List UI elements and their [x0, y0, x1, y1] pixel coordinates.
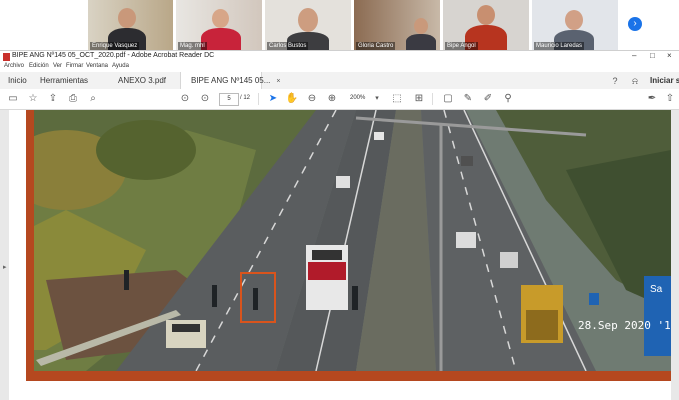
participant-name: Mauricio Laredas: [534, 42, 585, 50]
comment-icon[interactable]: ▢: [441, 92, 455, 106]
window-title: BIPE ANG Nº145 05_OCT_2020.pdf - Adobe A…: [12, 52, 215, 59]
video-strip: Enrique Vasquez Mag. mhl Carlos Bustos G…: [0, 0, 679, 50]
tab-bipe[interactable]: BIPE ANG Nº145 05... ×: [180, 72, 281, 89]
tab-herramientas[interactable]: Herramientas: [40, 72, 88, 89]
signin-button[interactable]: Iniciar s: [650, 72, 679, 89]
hand-tool-icon[interactable]: ✋: [285, 92, 299, 106]
upload-icon[interactable]: ⇪: [46, 92, 60, 106]
zoom-level[interactable]: 200%: [350, 93, 365, 104]
page-total: / 12: [240, 95, 251, 101]
print-icon[interactable]: ⎙: [66, 92, 80, 106]
participant-name: Gloria Castro: [356, 42, 396, 50]
participant-name: Enrique Vasquez: [90, 42, 140, 50]
road-sign-text: Sa: [650, 284, 663, 295]
participant-tile[interactable]: Enrique Vasquez: [88, 0, 173, 50]
share-icon[interactable]: ⇧: [663, 92, 677, 106]
participant-name: Bipe Angol: [445, 42, 478, 50]
tab-inicio[interactable]: Inicio: [8, 72, 27, 89]
menu-item-ayuda[interactable]: Ayuda: [112, 63, 129, 69]
menu-item-archivo[interactable]: Archivo: [4, 63, 24, 69]
help-icon[interactable]: ?: [608, 74, 622, 88]
close-tab-icon[interactable]: ×: [276, 78, 280, 85]
menu-item-ver[interactable]: Ver: [53, 63, 62, 69]
menu-bar: Archivo Edición Ver Firmar Ventana Ayuda: [0, 62, 679, 72]
participant-tile[interactable]: Gloria Castro: [354, 0, 440, 50]
save-icon[interactable]: ▭: [6, 92, 20, 106]
side-panel-toggle-icon[interactable]: ▸: [3, 263, 7, 271]
toolbar: ▭ ☆ ⇪ ⎙ ⌕ ⊙ ⊙ 5 / 12 ➤ ✋ ⊖ ⊕ 200% ▾ ⬚ ⊞ …: [0, 89, 679, 110]
tab-anexo[interactable]: ANEXO 3.pdf: [100, 72, 178, 89]
select-cursor-icon[interactable]: ➤: [266, 92, 280, 106]
participant-tile[interactable]: Bipe Angol: [443, 0, 529, 50]
search-icon[interactable]: ⌕: [86, 92, 100, 106]
chevron-right-icon[interactable]: ›: [628, 17, 642, 31]
highway-surveillance-photo: Sa: [26, 110, 671, 371]
highlight-pen-icon[interactable]: ✎: [461, 92, 475, 106]
scroll-mode-icon[interactable]: ⊞: [412, 92, 426, 106]
fill-sign-icon[interactable]: ✒: [645, 92, 659, 106]
tab-label: BIPE ANG Nº145 05...: [191, 76, 271, 85]
fit-page-icon[interactable]: ⬚: [390, 92, 404, 106]
photo-timestamp: 28.Sep 2020 '1: [578, 319, 671, 332]
participant-tile[interactable]: Mag. mhl: [176, 0, 262, 50]
stamp-icon[interactable]: ⚲: [501, 92, 515, 106]
menu-item-firmar[interactable]: Firmar: [66, 63, 83, 69]
menu-item-edicion[interactable]: Edición: [29, 63, 49, 69]
notifications-icon[interactable]: ⍾: [628, 74, 642, 88]
maximize-icon[interactable]: □: [650, 51, 655, 60]
tab-bar: Inicio Herramientas ANEXO 3.pdf BIPE ANG…: [0, 72, 679, 90]
divider: [432, 93, 433, 105]
page-number-input[interactable]: 5: [219, 93, 239, 106]
photo-border: [26, 371, 671, 381]
bookmark-star-icon[interactable]: ☆: [26, 92, 40, 106]
photo-border: [26, 110, 34, 381]
menu-item-ventana[interactable]: Ventana: [86, 63, 108, 69]
prev-page-icon[interactable]: ⊙: [178, 92, 192, 106]
tab-label: ANEXO 3.pdf: [118, 76, 167, 85]
participant-name: Carlos Bustos: [267, 42, 309, 50]
document-viewport[interactable]: ▸ Sa 28.Sep 2020 '1: [0, 110, 679, 400]
highway-scene-image: Sa: [26, 110, 671, 371]
participant-tile[interactable]: Mauricio Laredas: [532, 0, 618, 50]
participant-tile[interactable]: Carlos Bustos: [265, 0, 351, 50]
chevron-down-icon[interactable]: ▾: [370, 92, 384, 106]
draw-icon[interactable]: ✐: [481, 92, 495, 106]
zoom-out-icon[interactable]: ⊖: [305, 92, 319, 106]
next-page-icon[interactable]: ⊙: [198, 92, 212, 106]
divider: [258, 93, 259, 105]
minimize-icon[interactable]: –: [632, 51, 636, 60]
close-window-icon[interactable]: ×: [667, 51, 672, 60]
zoom-in-icon[interactable]: ⊕: [325, 92, 339, 106]
participant-name: Mag. mhl: [178, 42, 207, 50]
pdf-icon: [3, 53, 10, 61]
